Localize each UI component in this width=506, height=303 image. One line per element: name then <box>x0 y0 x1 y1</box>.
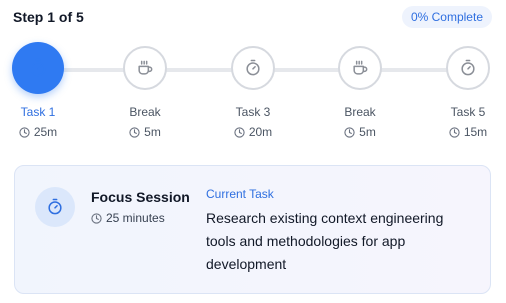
step-label: Task 1 <box>20 105 56 119</box>
clock-icon <box>344 126 355 138</box>
clock-icon <box>449 126 460 138</box>
timer-icon <box>30 58 46 77</box>
step-task-5[interactable]: Task 5 15m <box>428 42 506 139</box>
focus-session-card: Focus Session 25 minutes Current Task Re… <box>14 165 491 294</box>
step-duration: 25m <box>0 125 78 139</box>
step-duration: 15m <box>428 125 506 139</box>
step-label: Break <box>344 105 376 119</box>
step-duration-text: 5m <box>359 125 376 139</box>
step-circle[interactable] <box>123 46 167 90</box>
clock-icon <box>19 126 30 138</box>
step-label: Break <box>129 105 161 119</box>
coffee-icon <box>353 60 368 75</box>
step-break-4[interactable]: Break 5m <box>320 42 400 139</box>
coffee-icon <box>138 60 153 75</box>
step-progress-widget: Step 1 of 5 0% Complete Task 1 25m Break… <box>0 0 506 303</box>
clock-icon <box>129 126 140 138</box>
session-duration: 25 minutes <box>91 211 165 225</box>
step-duration: 20m <box>213 125 293 139</box>
step-duration-text: 20m <box>248 125 273 139</box>
step-break-2[interactable]: Break 5m <box>105 42 185 139</box>
timer-icon <box>246 59 260 76</box>
step-duration-text: 25m <box>33 125 58 139</box>
step-duration: 5m <box>105 125 185 139</box>
step-counter: Step 1 of 5 <box>13 9 84 25</box>
step-duration-text: 15m <box>463 125 488 139</box>
clock-icon <box>91 212 102 224</box>
session-duration-text: 25 minutes <box>106 211 165 225</box>
step-task-1[interactable]: Task 1 25m <box>0 42 78 139</box>
current-task-label: Current Task <box>206 187 274 201</box>
progress-badge: 0% Complete <box>401 6 492 28</box>
step-circle[interactable] <box>338 46 382 90</box>
timer-icon <box>35 187 75 227</box>
step-task-3[interactable]: Task 3 20m <box>213 42 293 139</box>
timer-icon <box>461 59 475 76</box>
stepper: Task 1 25m Break 5m Task 3 20m Break 5m … <box>0 42 506 142</box>
session-title: Focus Session <box>91 189 190 205</box>
current-task-description: Research existing context engineering to… <box>206 210 444 272</box>
clock-icon <box>234 126 245 138</box>
step-label: Task 5 <box>450 105 486 119</box>
step-circle-active[interactable] <box>12 42 64 94</box>
step-circle[interactable] <box>231 46 275 90</box>
step-duration: 5m <box>320 125 400 139</box>
step-duration-text: 5m <box>144 125 161 139</box>
step-label: Task 3 <box>235 105 271 119</box>
step-circle[interactable] <box>446 46 490 90</box>
